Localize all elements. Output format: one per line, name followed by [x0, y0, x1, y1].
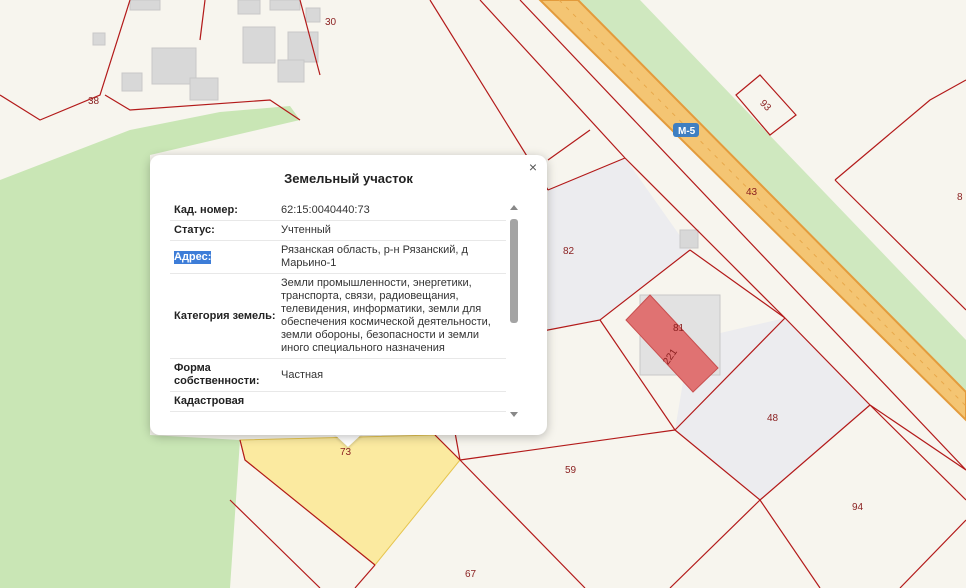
plot-number-8: 8	[957, 192, 963, 203]
row-label: Адрес:	[170, 241, 281, 273]
scroll-up-arrow-icon[interactable]	[510, 205, 518, 210]
popup-scrollbar[interactable]	[509, 205, 519, 417]
row-label: Статус:	[174, 224, 215, 236]
road-label-text: М-5	[678, 126, 696, 137]
row-label: Категория земель:	[174, 309, 276, 322]
scrollbar-thumb[interactable]	[510, 219, 518, 323]
plot-number-43: 43	[746, 187, 758, 198]
row-land-category: Категория земель: Земли промышленности, …	[170, 274, 506, 359]
plot-number-59: 59	[565, 465, 577, 476]
popup-title: Земельный участок	[284, 171, 413, 186]
plot-number-73: 73	[340, 447, 352, 458]
row-label: Форма собственности:	[174, 362, 260, 387]
row-value: Частная	[281, 368, 324, 381]
row-status: Статус: Учтенный	[170, 221, 506, 241]
row-label: Кад. номер:	[174, 204, 238, 216]
row-ownership: Форма собственности: Частная	[170, 359, 506, 392]
row-value: Рязанская область, р-н Рязанский, д Марь…	[281, 244, 468, 269]
plot-number-67: 67	[465, 569, 477, 580]
close-button[interactable]: ×	[526, 160, 540, 174]
plot-number-94: 94	[852, 502, 864, 513]
plot-number-82: 82	[563, 246, 575, 257]
plot-number-81: 81	[673, 323, 685, 334]
plot-number-48: 48	[767, 413, 779, 424]
row-value: 62:15:0040440:73	[281, 204, 370, 216]
row-value: Земли промышленности, энергетики, трансп…	[281, 277, 491, 354]
row-label: Кадастровая	[174, 395, 245, 407]
plot-number-30: 30	[325, 17, 337, 28]
row-value: Учтенный	[281, 224, 331, 236]
parcel-info-popup: Земельный участок × Кад. номер: 62:15:00…	[150, 155, 547, 435]
selected-text: Адрес:	[174, 250, 212, 264]
popup-pointer	[334, 434, 362, 447]
plot-number-38: 38	[88, 96, 100, 107]
row-address: Адрес: Рязанская область, р-н Рязанский,…	[170, 241, 506, 274]
scroll-down-arrow-icon[interactable]	[510, 412, 518, 417]
row-cadastral-value: Кадастровая	[170, 392, 506, 412]
row-value	[281, 392, 506, 411]
row-cadastral-number: Кад. номер: 62:15:0040440:73	[170, 201, 506, 221]
parcel-info-table: Кад. номер: 62:15:0040440:73 Статус: Учт…	[170, 201, 506, 421]
